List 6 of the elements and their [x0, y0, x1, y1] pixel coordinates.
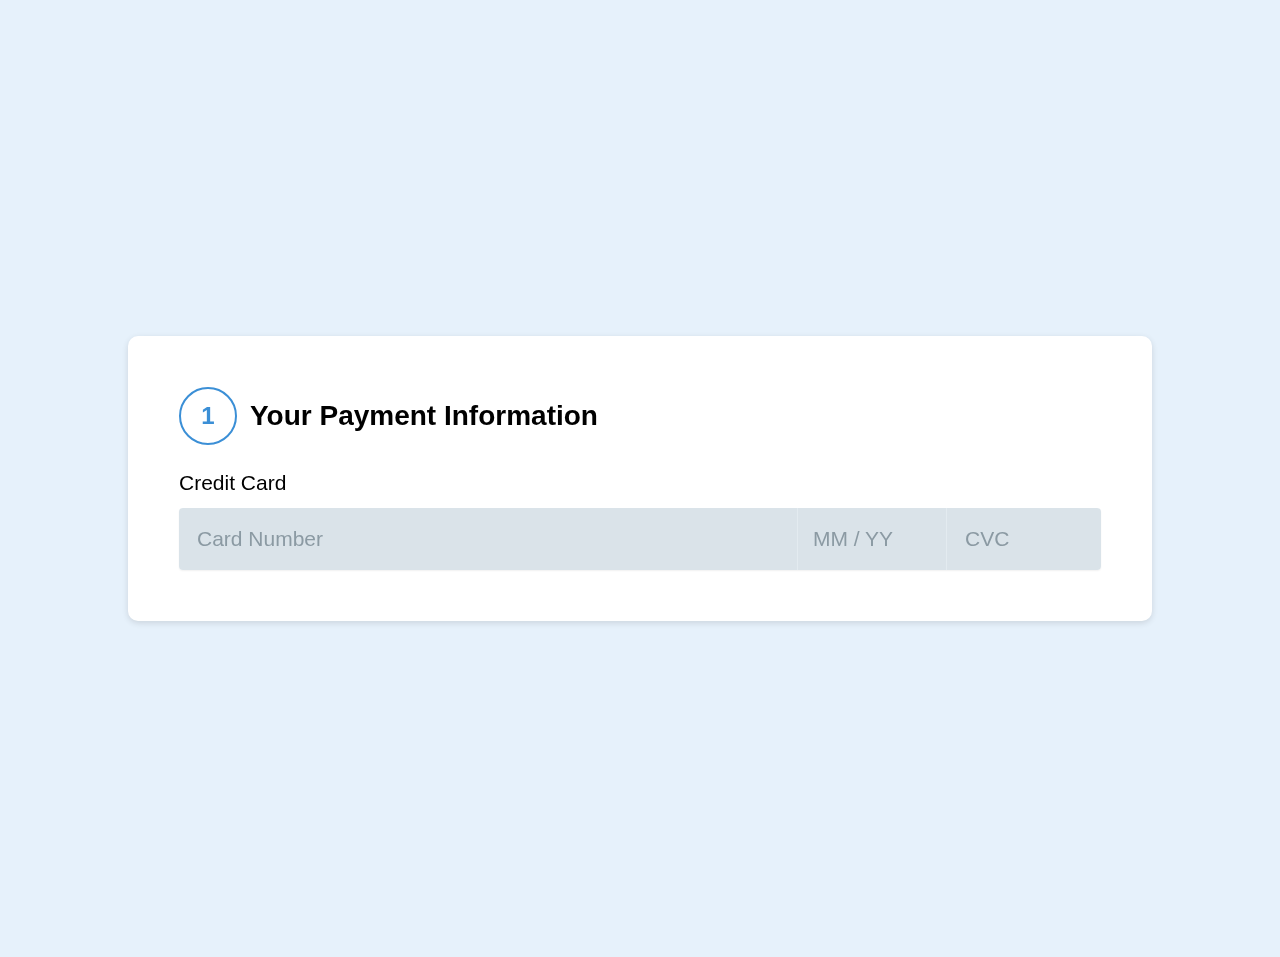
input-field[interactable]: MM / YY [797, 508, 946, 570]
section-title: Your Payment Information [250, 400, 598, 432]
input-field[interactable]: Card Number [179, 508, 797, 570]
input-field[interactable]: CVC [946, 508, 1101, 570]
field-label: Credit Card [179, 471, 288, 495]
step-number: 1 [179, 387, 237, 445]
